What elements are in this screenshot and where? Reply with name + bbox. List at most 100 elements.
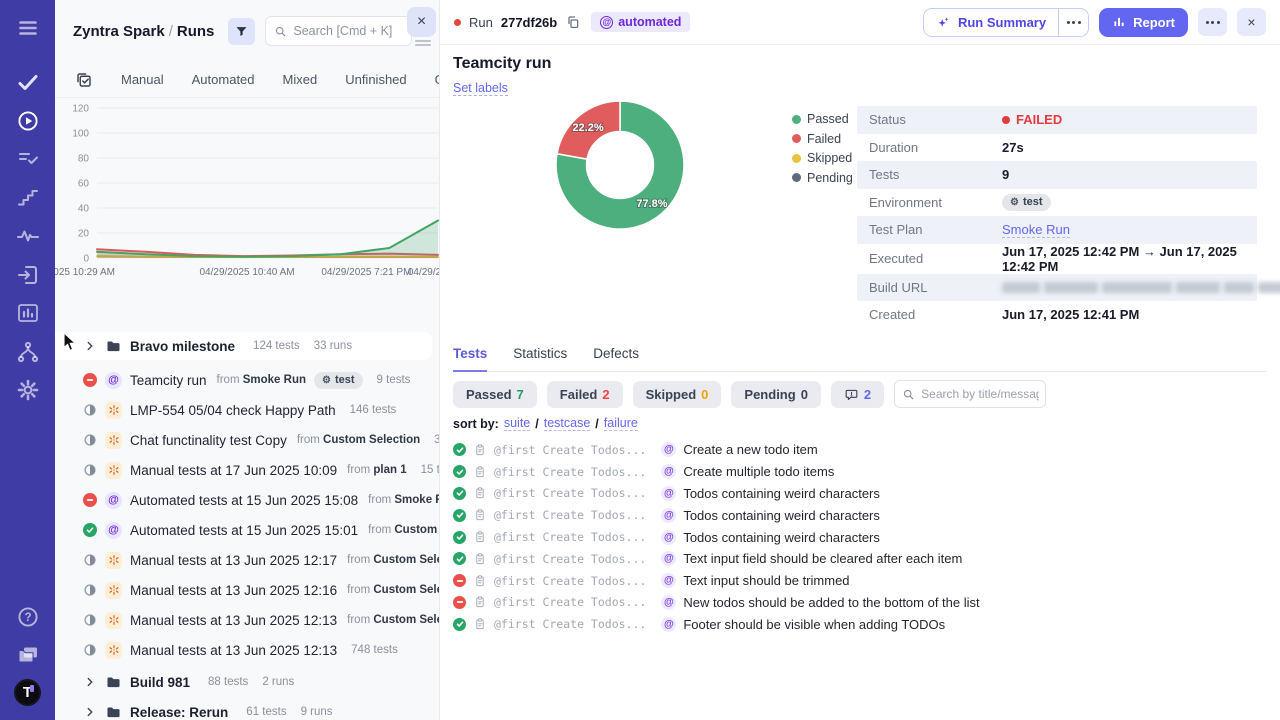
tests-search[interactable] bbox=[894, 380, 1047, 408]
panel-resize-handle[interactable] bbox=[415, 40, 431, 48]
workspace-logo[interactable]: T bbox=[14, 679, 41, 706]
run-from-label: from Smoke Run bbox=[216, 374, 306, 386]
filter-skipped-button[interactable]: Skipped 0 bbox=[632, 380, 722, 408]
runs-tab-mixed[interactable]: Mixed bbox=[283, 72, 318, 87]
automated-test-icon: @ bbox=[661, 507, 677, 523]
run-folder-row[interactable]: Build 981 88 tests 2 runs bbox=[55, 668, 439, 696]
test-title[interactable]: Todos containing weird characters bbox=[683, 508, 880, 523]
play-circle-icon[interactable] bbox=[16, 109, 40, 133]
test-row[interactable]: @first Create Todos... @ Text input should… bbox=[453, 570, 1270, 592]
sort-by-suite[interactable]: suite bbox=[503, 416, 531, 431]
run-row[interactable]: Manual tests at 13 Jun 2025 12:13 from Cu… bbox=[55, 606, 439, 634]
breadcrumb-project[interactable]: Zyntra Spark bbox=[73, 23, 165, 40]
more-actions-button[interactable] bbox=[1198, 8, 1227, 36]
filter-label: Failed bbox=[559, 386, 598, 402]
test-title[interactable]: Footer should be visible when adding TOD… bbox=[683, 617, 945, 632]
folder-name: Bravo milestone bbox=[130, 338, 236, 354]
status-unfinished-icon bbox=[83, 583, 97, 597]
clipboard-icon bbox=[473, 552, 487, 566]
test-title[interactable]: Create a new todo item bbox=[683, 442, 817, 457]
run-row[interactable]: @ Automated tests at 15 Jun 2025 15:08 fro… bbox=[55, 486, 439, 514]
tab-tests[interactable]: Tests bbox=[453, 346, 488, 372]
run-folder-row[interactable]: Bravo milestone 124 tests 33 runs bbox=[55, 332, 432, 360]
test-row[interactable]: @first Create Todos... @ New todos should … bbox=[453, 592, 1270, 614]
runs-tab-manual[interactable]: Manual bbox=[121, 72, 164, 87]
manual-run-icon bbox=[105, 611, 122, 629]
branch-icon[interactable] bbox=[16, 340, 40, 364]
test-title[interactable]: Create multiple todo items bbox=[683, 464, 834, 479]
test-row[interactable]: @first Create Todos... @ Create multiple t… bbox=[453, 461, 1270, 483]
test-plan-link[interactable]: Smoke Run bbox=[1002, 222, 1070, 238]
project-search[interactable] bbox=[265, 16, 413, 46]
status-unfinished-icon bbox=[83, 643, 97, 657]
test-title[interactable]: Todos containing weird characters bbox=[683, 530, 880, 545]
filter-passed-button[interactable]: Passed 7 bbox=[453, 380, 537, 408]
run-from-label: from Custom Selection bbox=[368, 524, 439, 536]
runs-tab-automated[interactable]: Automated bbox=[192, 72, 255, 87]
filter-button[interactable] bbox=[228, 17, 256, 45]
run-row[interactable]: Chat functinality test Copy from Custom S… bbox=[55, 426, 439, 454]
manual-run-icon bbox=[105, 461, 122, 479]
test-row[interactable]: @first Create Todos... @ Todos containing … bbox=[453, 504, 1270, 526]
test-title[interactable]: Text input field should be cleared after… bbox=[683, 551, 962, 566]
detail-row-tests: Tests 9 bbox=[857, 161, 1257, 189]
search-input[interactable] bbox=[293, 24, 404, 38]
check-icon[interactable] bbox=[16, 70, 40, 94]
set-labels-link[interactable]: Set labels bbox=[453, 81, 508, 96]
run-row[interactable]: Manual tests at 13 Jun 2025 12:17 from Cu… bbox=[55, 546, 439, 574]
clipboard-icon bbox=[473, 508, 487, 522]
legend-dot bbox=[792, 134, 801, 143]
test-row[interactable]: @first Create Todos... @ Text input field … bbox=[453, 548, 1270, 570]
tab-defects[interactable]: Defects bbox=[593, 346, 639, 371]
help-icon[interactable]: ? bbox=[16, 605, 40, 629]
test-row[interactable]: @first Create Todos... @ Footer should be … bbox=[453, 613, 1270, 635]
run-summary-button[interactable]: Run Summary bbox=[923, 8, 1059, 36]
runs-tab-unfinished[interactable]: Unfinished bbox=[345, 72, 406, 87]
folders-icon[interactable] bbox=[16, 642, 40, 666]
select-all-icon[interactable] bbox=[75, 71, 93, 89]
comment-count: 2 bbox=[863, 386, 872, 402]
automated-test-icon: @ bbox=[661, 551, 677, 567]
run-plan-name: Custom Selection bbox=[373, 584, 439, 596]
run-folder-row[interactable]: Release: Rerun 61 tests 9 runs bbox=[55, 698, 439, 720]
report-button[interactable]: Report bbox=[1099, 7, 1188, 37]
test-title[interactable]: Todos containing weird characters bbox=[683, 486, 880, 501]
run-label: Run bbox=[469, 14, 493, 30]
test-title[interactable]: New todos should be added to the bottom … bbox=[683, 595, 979, 610]
automated-badge[interactable]: @ automated bbox=[591, 12, 691, 32]
import-icon[interactable] bbox=[16, 263, 40, 287]
steps-icon[interactable] bbox=[16, 186, 40, 210]
close-detail-button[interactable]: × bbox=[1237, 8, 1266, 36]
filter-pending-button[interactable]: Pending 0 bbox=[731, 380, 821, 408]
status-failed-icon bbox=[83, 493, 97, 507]
run-summary-more-button[interactable] bbox=[1058, 8, 1089, 36]
chevron-right-icon[interactable] bbox=[83, 675, 97, 689]
tests-search-input[interactable] bbox=[921, 387, 1040, 401]
filter-failed-button[interactable]: Failed 2 bbox=[546, 380, 623, 408]
copy-run-id-button[interactable] bbox=[565, 13, 583, 31]
sort-by-failure[interactable]: failure bbox=[603, 416, 638, 431]
filter-comments-button[interactable]: 2 bbox=[830, 380, 885, 408]
pulse-icon[interactable] bbox=[16, 224, 40, 248]
test-suite-path: @first Create Todos... bbox=[494, 617, 647, 632]
run-row[interactable]: @ Automated tests at 15 Jun 2025 15:01 fro… bbox=[55, 516, 439, 544]
run-row[interactable]: LMP-554 05/04 check Happy Path 146 tests bbox=[55, 396, 439, 424]
detail-label: Build URL bbox=[869, 279, 928, 295]
chevron-right-icon[interactable] bbox=[83, 339, 97, 353]
menu-icon[interactable] bbox=[16, 16, 40, 40]
settings-icon[interactable] bbox=[16, 378, 40, 402]
bar-chart-icon[interactable] bbox=[16, 301, 40, 325]
sort-by-testcase[interactable]: testcase bbox=[543, 416, 591, 431]
test-row[interactable]: @first Create Todos... @ Todos containing … bbox=[453, 483, 1270, 505]
run-row[interactable]: Manual tests at 13 Jun 2025 12:13 748 tes… bbox=[55, 636, 439, 664]
test-title[interactable]: Text input should be trimmed bbox=[683, 573, 849, 588]
chevron-right-icon[interactable] bbox=[83, 705, 97, 719]
run-row[interactable]: Manual tests at 17 Jun 2025 10:09 from pl… bbox=[55, 456, 439, 484]
run-row[interactable]: @ Teamcity run from Smoke Run ⚙ test 9 tests bbox=[55, 366, 439, 394]
test-row[interactable]: @first Create Todos... @ Todos containing … bbox=[453, 526, 1270, 548]
list-check-icon[interactable] bbox=[16, 147, 40, 171]
run-row[interactable]: Manual tests at 13 Jun 2025 12:16 from Cu… bbox=[55, 576, 439, 604]
test-row[interactable]: @first Create Todos... @ Create a new todo… bbox=[453, 439, 1270, 461]
panel-close-button[interactable]: × bbox=[407, 7, 436, 37]
tab-statistics[interactable]: Statistics bbox=[513, 346, 567, 371]
